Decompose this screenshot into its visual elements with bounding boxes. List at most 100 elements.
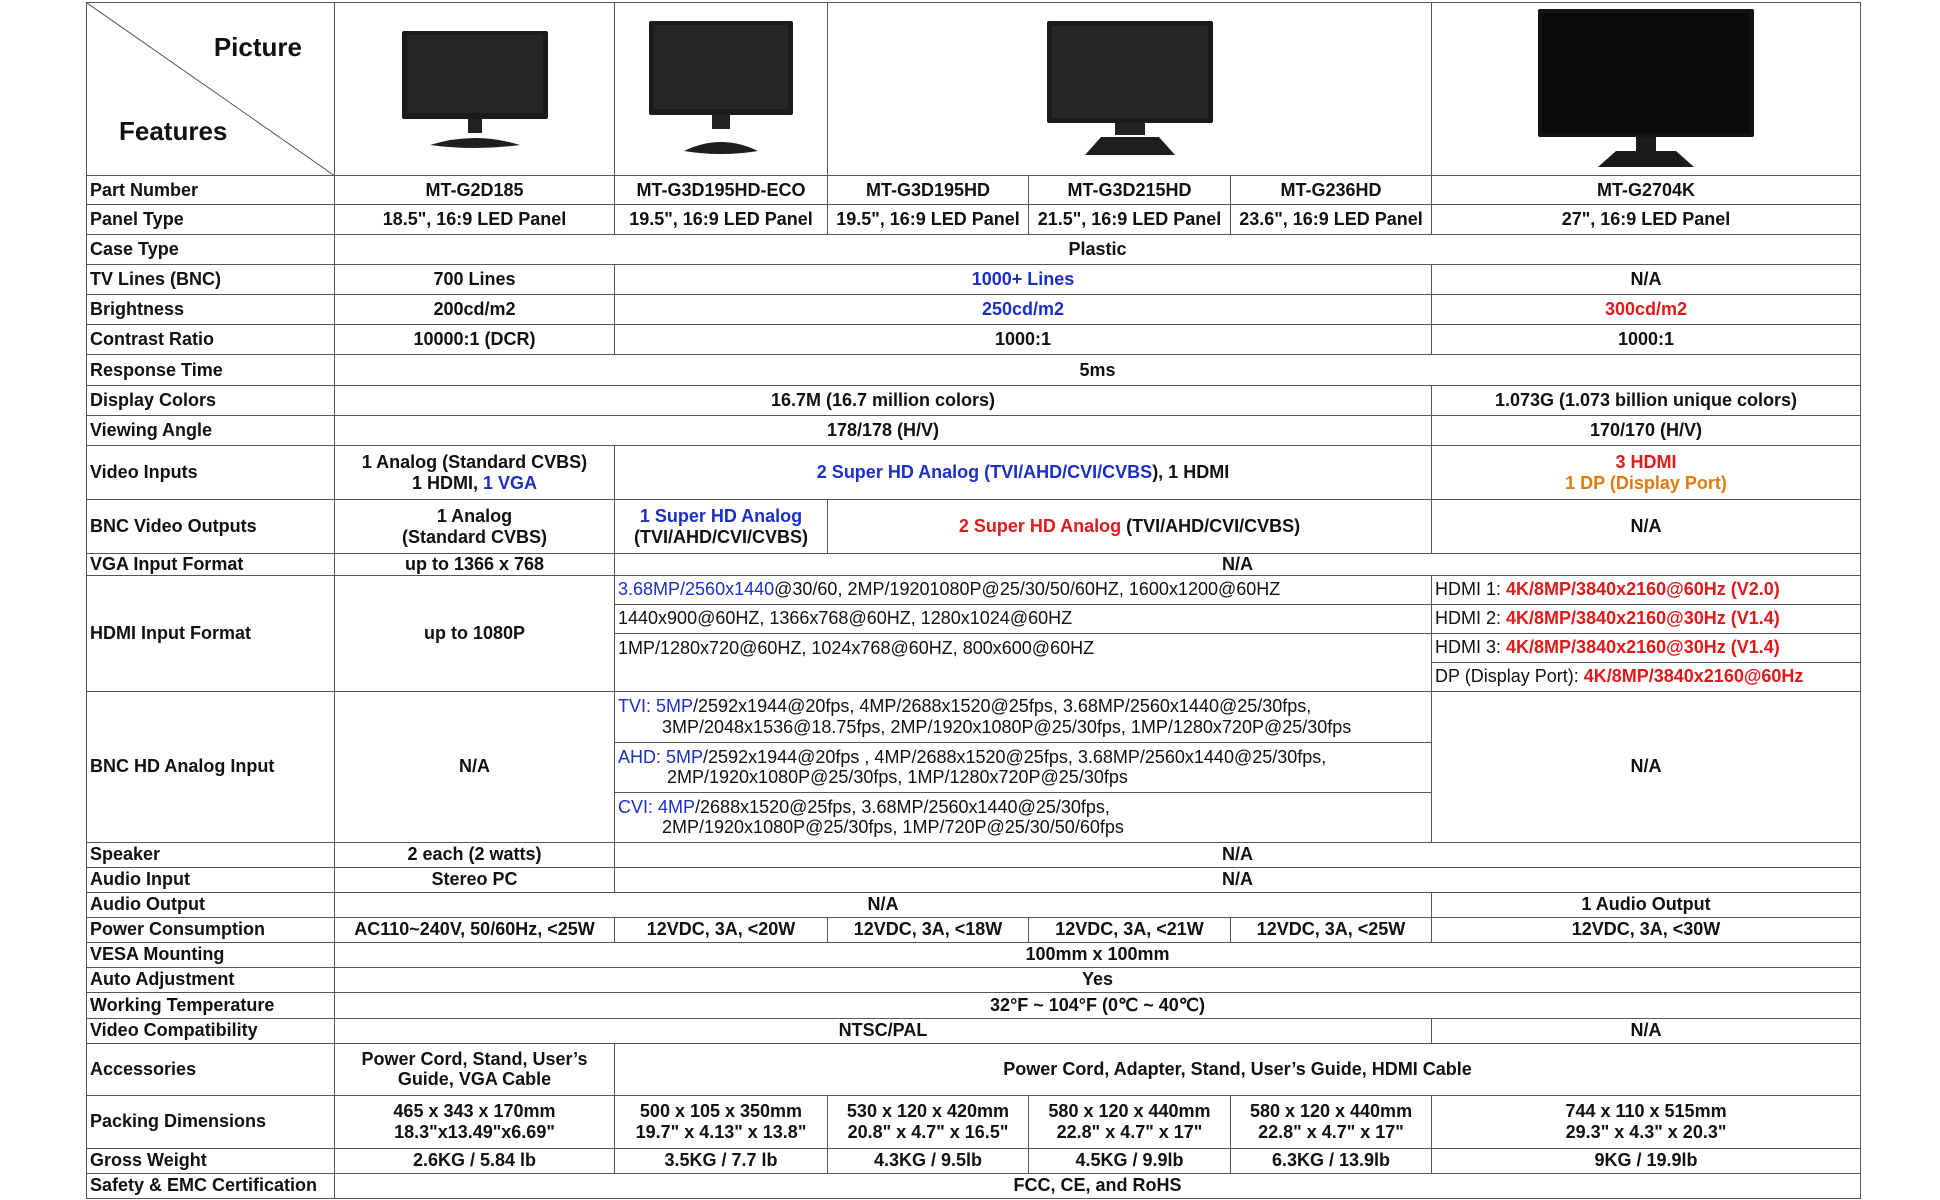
row-case-type: Case Type Plastic [86, 234, 1862, 265]
cell: MT-G3D215HD [1028, 175, 1231, 205]
cell: 3.68MP/2560x1440@30/60, 2MP/19201080P@25… [613, 574, 1433, 605]
cell: 12VDC, 3A, <25W [1229, 916, 1433, 943]
row-label: Power Consumption [86, 916, 335, 943]
cell: N/A [334, 690, 615, 843]
text: 4K/8MP/3840x2160@30Hz (V1.4) [1506, 637, 1780, 658]
row-contrast: Contrast Ratio 10000:1 (DCR) 1000:1 1000… [86, 324, 1862, 355]
cell: NTSC/PAL [333, 1017, 1433, 1044]
cell: MT-G3D195HD [827, 175, 1029, 205]
cell: N/A [333, 891, 1433, 918]
cell: 19.5", 16:9 LED Panel [614, 204, 828, 235]
text: HDMI 3: [1435, 637, 1507, 658]
monitor-image-2 [614, 2, 828, 176]
cell: 12VDC, 3A, <30W [1431, 916, 1862, 943]
row-label: Safety & EMC Certification [86, 1172, 335, 1199]
cell: 465 x 343 x 170mm 18.3"x13.49"x6.69" [334, 1094, 615, 1149]
cell-line: AHD: 5MP/2592x1944@20fps , 4MP/2688x1520… [618, 747, 1429, 768]
cell-line: (TVI/AHD/CVI/CVBS) [633, 526, 808, 547]
text: @30/60, 2MP/19201080P@25/30/50/60HZ, 160… [774, 579, 1281, 600]
cell: 4.5KG / 9.9lb [1028, 1147, 1231, 1174]
row-vesa: VESA Mounting 100mm x 100mm [86, 941, 1862, 968]
cell: Power Cord, Adapter, Stand, User’s Guide… [613, 1042, 1862, 1096]
text: HDMI 1: [1435, 579, 1507, 600]
cell-line: 465 x 343 x 170mm [393, 1101, 556, 1121]
cell-line: 3 HDMI [1615, 451, 1677, 472]
row-speaker: Speaker 2 each (2 watts) N/A [86, 841, 1862, 868]
picture-row: Picture Features [86, 2, 1862, 176]
cell: N/A [1431, 1017, 1862, 1044]
row-label: HDMI Input Format [86, 574, 335, 692]
cell: AC110~240V, 50/60Hz, <25W [334, 916, 615, 943]
cell: 1000+ Lines [613, 264, 1433, 295]
cell: 1000:1 [1431, 324, 1862, 355]
cell: MT-G2D185 [334, 175, 615, 205]
cell: 100mm x 100mm [333, 941, 1862, 968]
cell-line: (Standard CVBS) [401, 526, 547, 547]
cell-line: 1 Analog (Standard CVBS) [361, 451, 588, 472]
cell-line: Guide, VGA Cable [397, 1069, 552, 1090]
cell: 32°F ~ 104°F (0℃ ~ 40℃) [333, 991, 1862, 1019]
row-label: Working Temperature [86, 991, 335, 1019]
text: 2 Super HD Analog ( [816, 462, 991, 483]
cell-line: CVI: 4MP/2688x1520@25fps, 3.68MP/2560x14… [618, 797, 1429, 818]
cell: 170/170 (H/V) [1431, 415, 1862, 446]
text: 3.68MP/2560x1440 [618, 579, 775, 600]
row-label: Response Time [86, 354, 335, 386]
cell: FCC, CE, and RoHS [333, 1172, 1862, 1199]
text: 1 HDMI, [411, 472, 483, 493]
cell: 530 x 120 x 420mm 20.8" x 4.7" x 16.5" [827, 1094, 1029, 1149]
text: 4K/8MP/3840x2160@60Hz (V2.0) [1506, 579, 1780, 600]
text: 4K/8MP/3840x2160@30Hz (V1.4) [1506, 608, 1780, 629]
cell: up to 1080P [334, 574, 615, 692]
header-corner: Picture Features [86, 2, 335, 176]
text: 4K/8MP/3840x2160@60Hz [1583, 666, 1804, 687]
cell: Stereo PC [334, 866, 615, 893]
cell: HDMI 1: 4K/8MP/3840x2160@60Hz (V2.0) [1431, 574, 1862, 605]
cell-line: 29.3" x 4.3" x 20.3" [1565, 1121, 1727, 1142]
row-label: TV Lines (BNC) [86, 264, 335, 295]
cell: AHD: 5MP/2592x1944@20fps , 4MP/2688x1520… [613, 741, 1433, 793]
text: ), 1 HDMI [1152, 462, 1230, 483]
row-label: BNC HD Analog Input [86, 690, 335, 843]
row-bnc-hd-input: BNC HD Analog Input N/A TVI: 5MP/2592x19… [86, 690, 1862, 843]
cell-line: 22.8" x 4.7" x 17" [1056, 1121, 1203, 1142]
text: 5MP [656, 696, 694, 716]
cell-line: 744 x 110 x 515mm [1565, 1101, 1727, 1121]
cell: 2.6KG / 5.84 lb [334, 1147, 615, 1174]
row-response-time: Response Time 5ms [86, 354, 1862, 386]
cell: HDMI 2: 4K/8MP/3840x2160@30Hz (V1.4) [1431, 603, 1862, 634]
cell: 23.6", 16:9 LED Panel [1229, 204, 1433, 235]
cell: 700 Lines [334, 264, 615, 295]
cell: MT-G236HD [1229, 175, 1433, 205]
row-part-number: Part Number MT-G2D185 MT-G3D195HD-ECO MT… [86, 175, 1862, 205]
text: AHD: [618, 746, 667, 767]
cell: 1000:1 [613, 324, 1433, 355]
text: HDMI 2: [1435, 608, 1507, 629]
text: DP (Display Port): [1435, 666, 1584, 687]
cell: 200cd/m2 [334, 294, 615, 325]
row-label: Contrast Ratio [86, 324, 335, 355]
text: TVI: [618, 696, 657, 716]
cell: 580 x 120 x 440mm 22.8" x 4.7" x 17" [1229, 1094, 1433, 1149]
picture-heading: Picture [213, 32, 302, 62]
row-brightness: Brightness 200cd/m2 250cd/m2 300cd/m2 [86, 294, 1862, 325]
row-vga-format: VGA Input Format up to 1366 x 768 N/A [86, 553, 1862, 576]
cell-line: Power Cord, Stand, User’s [361, 1048, 588, 1069]
cell-line: 2MP/1920x1080P@25/30fps, 1MP/1280x720P@2… [667, 767, 1128, 788]
cell-line: 2MP/1920x1080P@25/30fps, 1MP/720P@25/30/… [662, 817, 1124, 838]
monitor-icon [401, 30, 548, 148]
cell-line: 20.8" x 4.7" x 16.5" [847, 1121, 1009, 1142]
row-label: VGA Input Format [86, 553, 335, 576]
cell: 6.3KG / 13.9lb [1229, 1147, 1433, 1174]
cell-line: 3MP/2048x1536@18.75fps, 2MP/1920x1080P@2… [662, 716, 1352, 737]
cell: 2 Super HD Analog (TVI/AHD/CVI/CVBS), 1 … [613, 445, 1433, 500]
spec-table-container: Picture Features Part Number MT-G2D185 M… [86, 2, 1862, 1199]
row-packing: Packing Dimensions 465 x 343 x 170mm 18.3… [86, 1094, 1862, 1149]
cell: 9KG / 19.9lb [1431, 1147, 1862, 1174]
row-gross-weight: Gross Weight 2.6KG / 5.84 lb 3.5KG / 7.7… [86, 1147, 1862, 1174]
diagonal-divider [87, 3, 334, 175]
cell: N/A [613, 866, 1862, 893]
monitor-icon [1538, 8, 1755, 167]
row-panel-type: Panel Type 18.5", 16:9 LED Panel 19.5", … [86, 204, 1862, 235]
row-label: Video Inputs [86, 445, 335, 500]
